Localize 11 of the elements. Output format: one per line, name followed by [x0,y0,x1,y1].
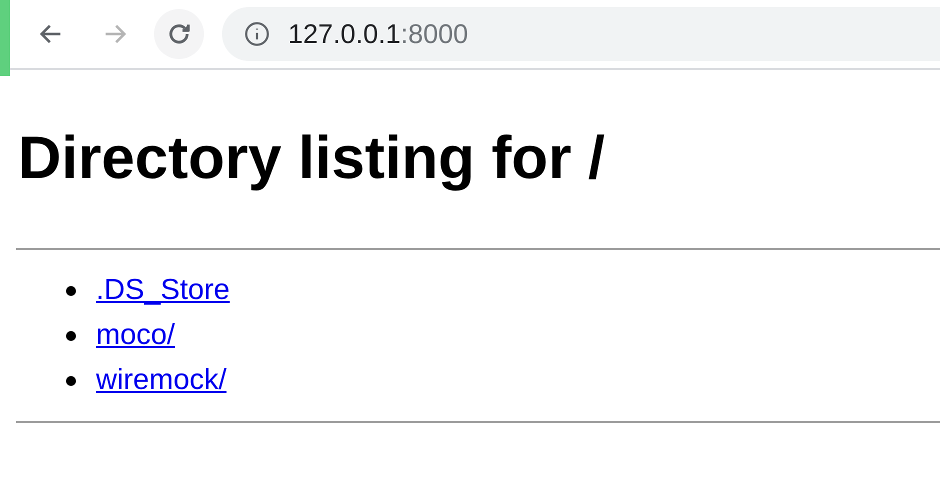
url-text: 127.0.0.1:8000 [288,18,468,50]
reload-button[interactable] [154,9,204,59]
address-bar[interactable]: 127.0.0.1:8000 [222,7,940,61]
file-link[interactable]: moco/ [96,319,175,352]
info-icon [244,21,270,47]
page-heading: Directory listing for / [18,123,606,193]
file-link[interactable]: .DS_Store [96,274,230,307]
file-link[interactable]: wiremock/ [96,364,227,397]
bullet-icon [66,376,76,386]
bullet-icon [66,286,76,296]
bullet-icon [66,330,76,340]
